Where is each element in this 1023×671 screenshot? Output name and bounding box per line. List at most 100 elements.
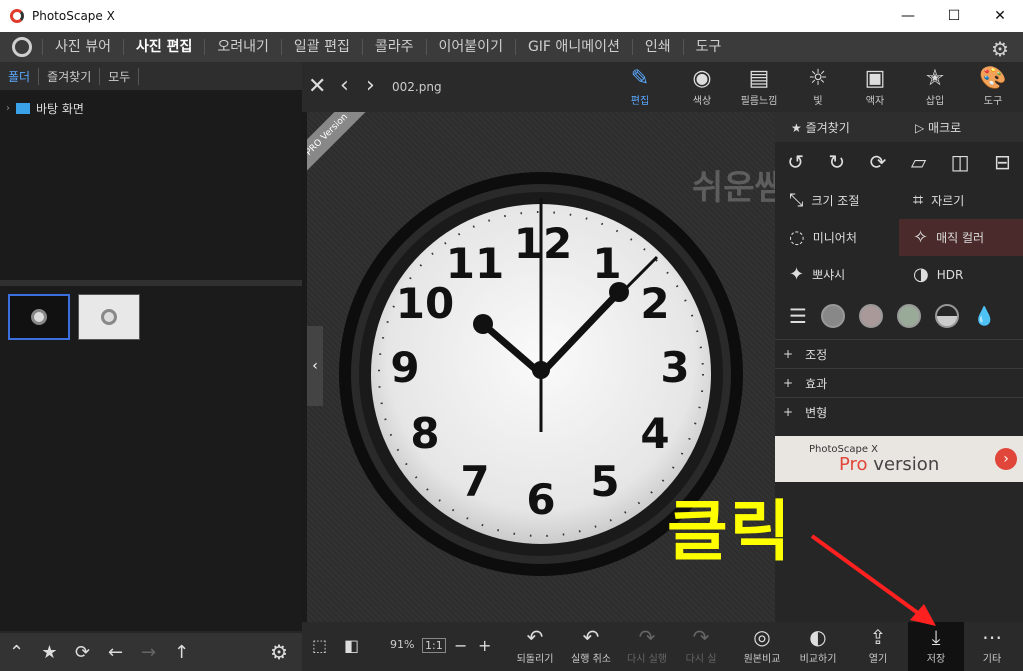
watermark-text: 쉬운쌤: [692, 168, 786, 208]
expand-chevron-icon[interactable]: ›: [6, 103, 10, 114]
insert-star-icon: ✭: [925, 66, 945, 91]
resize-button[interactable]: ⤡ 크기 조절: [775, 182, 899, 219]
star-icon[interactable]: ★: [33, 642, 66, 663]
collapse-left-panel-handle[interactable]: ‹: [307, 326, 323, 406]
folder-tree: › 바탕 화면: [0, 90, 302, 280]
tool-insert[interactable]: ✭ 삽입: [907, 66, 963, 107]
forward-arrow-icon[interactable]: →: [132, 642, 165, 663]
collapse-up-icon[interactable]: ⌃: [0, 642, 33, 663]
thumbnail-clock-dark[interactable]: [8, 294, 70, 340]
undo-button[interactable]: ↶ 실행 취소: [564, 624, 618, 665]
menu-print[interactable]: 인쇄: [631, 39, 683, 55]
tab-folder[interactable]: 폴더: [0, 67, 40, 85]
flip-horizontal-icon[interactable]: ◫: [951, 150, 970, 174]
zoom-out-icon[interactable]: −: [454, 636, 467, 655]
frame-icon: ▣: [864, 66, 886, 91]
sparkle-icon: ✦: [789, 264, 805, 285]
flip-vertical-icon[interactable]: ⊟: [994, 150, 1011, 174]
marquee-select-icon[interactable]: ⬚: [312, 636, 327, 655]
tool-tools[interactable]: 🎨 도구: [965, 66, 1021, 107]
redo-button[interactable]: ↷ 다시 실행: [620, 624, 674, 665]
tool-color[interactable]: ◉ 색상: [674, 66, 730, 107]
file-browser-panel: 폴더 즐겨찾기 모두 › 바탕 화면 ⌃ ★ ⟳ ← → ↑ ⚙: [0, 62, 302, 671]
menu-gif[interactable]: GIF 애니메이션: [514, 39, 632, 55]
compare-original-icon: ◎: [753, 625, 771, 649]
revert-button[interactable]: ↶ 되돌리기: [510, 624, 560, 665]
straighten-icon[interactable]: ▱: [911, 150, 926, 174]
miniature-button[interactable]: ◌ 미니어처: [775, 219, 899, 256]
tool-edit[interactable]: ✎ 편집: [612, 66, 668, 107]
section-transform[interactable]: + 변형: [775, 397, 1023, 426]
save-button[interactable]: ⤓ 저장: [912, 624, 960, 665]
menu-photo-editor[interactable]: 사진 편집: [122, 39, 204, 55]
close-button[interactable]: ✕: [977, 0, 1023, 32]
menu-batch[interactable]: 일괄 편집: [280, 39, 362, 55]
zoom-in-icon[interactable]: +: [478, 636, 491, 655]
redo-all-button[interactable]: ↷ 다시 실: [676, 624, 726, 665]
tool-film[interactable]: ▤ 필름느낌: [731, 66, 787, 107]
refresh-icon[interactable]: ⟳: [66, 642, 99, 663]
minimize-button[interactable]: —: [885, 0, 931, 32]
play-icon: ▷: [915, 120, 929, 135]
macro-tab[interactable]: ▷ 매크로: [899, 119, 1023, 136]
drop-icon[interactable]: 💧: [973, 306, 995, 327]
actual-size-button[interactable]: 1:1: [422, 638, 446, 653]
hdr-icon: ◑: [913, 264, 929, 285]
tab-favorites[interactable]: 즐겨찾기: [39, 67, 101, 85]
filter-presets-row: ☰ 💧: [775, 293, 1023, 339]
panel-settings-gear-icon[interactable]: ⚙: [270, 640, 288, 664]
back-arrow-icon[interactable]: ←: [99, 642, 132, 663]
banner-next-icon[interactable]: ›: [995, 448, 1017, 470]
tree-item-desktop[interactable]: › 바탕 화면: [6, 100, 296, 117]
thumbnail-clock-light[interactable]: [78, 294, 140, 340]
svg-text:7: 7: [460, 457, 489, 506]
tool-light[interactable]: ☼ 빛: [790, 66, 846, 107]
magic-color-button[interactable]: ✧ 매직 컬러: [899, 219, 1023, 256]
compare-button[interactable]: ◐ 비교하기: [792, 624, 844, 665]
tab-all[interactable]: 모두: [100, 67, 140, 85]
current-filename: 002.png: [392, 80, 442, 94]
filter-preset-4[interactable]: [934, 304, 959, 328]
open-button[interactable]: ⇪ 열기: [856, 624, 900, 665]
rotate-right-icon[interactable]: ↻: [828, 150, 845, 174]
menu-combine[interactable]: 이어붙이기: [425, 39, 515, 55]
list-icon[interactable]: ☰: [789, 304, 807, 328]
menu-tools[interactable]: 도구: [682, 39, 734, 55]
compare-split-icon[interactable]: ◧: [344, 636, 359, 655]
svg-text:3: 3: [660, 343, 689, 392]
bokeh-button[interactable]: ✦ 뽀샤시: [775, 256, 899, 293]
section-effects[interactable]: + 효과: [775, 368, 1023, 397]
rotate-free-icon[interactable]: ⟳: [870, 150, 887, 174]
redo-all-icon: ↷: [692, 625, 710, 649]
next-image-icon[interactable]: ›: [366, 73, 375, 98]
section-adjust[interactable]: + 조정: [775, 339, 1023, 368]
folder-icon: [16, 103, 30, 114]
settings-gear-icon[interactable]: ⚙: [991, 37, 1009, 61]
color-circle-icon: ◉: [692, 66, 712, 91]
filter-preset-2[interactable]: [858, 304, 883, 328]
crop-button[interactable]: ⌗ 자르기: [899, 182, 1023, 219]
compare-original-button[interactable]: ◎ 원본비교: [736, 624, 788, 665]
tool-frame[interactable]: ▣ 액자: [847, 66, 903, 107]
revert-icon: ↶: [526, 625, 544, 649]
more-button[interactable]: ⋯ 기타: [970, 624, 1014, 665]
menu-collage[interactable]: 콜라주: [361, 39, 426, 55]
previous-image-icon[interactable]: ‹: [340, 73, 349, 98]
pro-version-banner[interactable]: PhotoScape X Pro version ›: [775, 436, 1023, 482]
favorites-tab[interactable]: ★ 즐겨찾기: [775, 119, 899, 136]
filter-preset-1[interactable]: [820, 304, 845, 328]
zoom-level[interactable]: 91%: [390, 638, 414, 651]
left-bottom-toolbar: ⌃ ★ ⟳ ← → ↑ ⚙: [0, 633, 302, 671]
annotation-arrow: [810, 534, 936, 626]
rotate-left-icon[interactable]: ↺: [787, 150, 804, 174]
menu-photo-viewer[interactable]: 사진 뷰어: [42, 39, 123, 55]
filter-preset-3[interactable]: [896, 304, 921, 328]
maximize-button[interactable]: ☐: [931, 0, 977, 32]
menu-cut-out[interactable]: 오려내기: [204, 39, 281, 55]
up-arrow-icon[interactable]: ↑: [165, 642, 198, 663]
hdr-button[interactable]: ◑ HDR: [899, 256, 1023, 293]
home-logo-icon[interactable]: [12, 37, 32, 57]
star-icon: ★: [791, 120, 806, 135]
svg-text:4: 4: [640, 409, 669, 458]
close-image-icon[interactable]: ✕: [308, 74, 326, 99]
